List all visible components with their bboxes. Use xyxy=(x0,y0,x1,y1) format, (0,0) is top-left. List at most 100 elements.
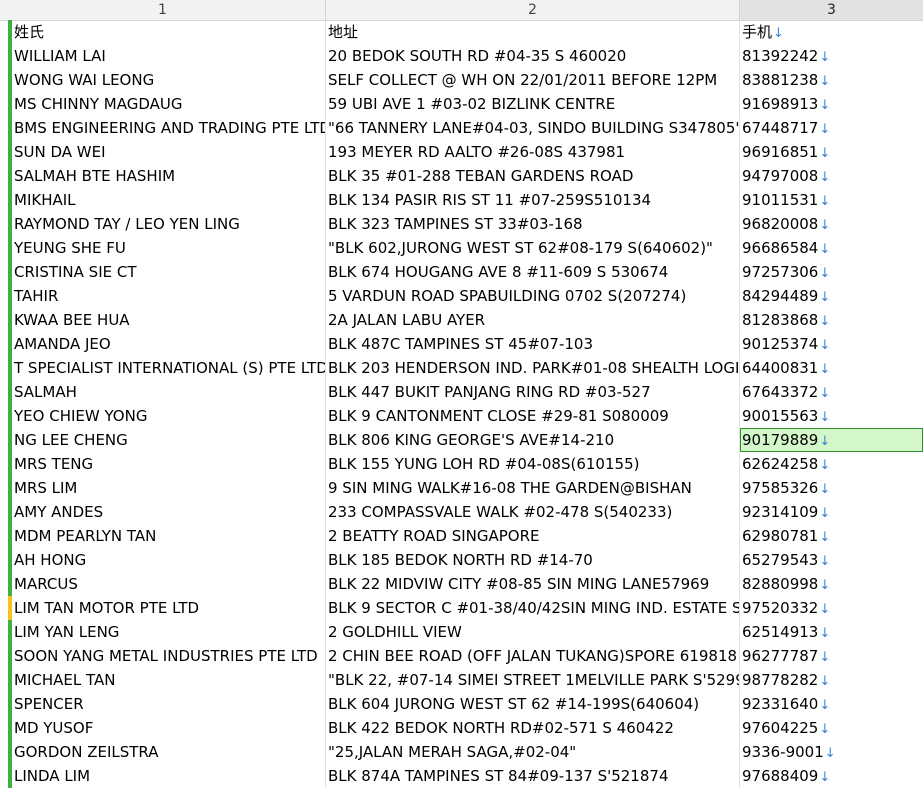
cell-phone[interactable]: 62514913↓ xyxy=(740,620,923,644)
table-row[interactable]: SOON YANG METAL INDUSTRIES PTE LTD 2 CHIN… xyxy=(0,644,923,668)
cell-address[interactable]: BLK 674 HOUGANG AVE 8 #11-609 S 530674 xyxy=(326,260,740,284)
cell-name[interactable]: AMY ANDES xyxy=(12,500,326,524)
cell-phone[interactable]: 91011531↓ xyxy=(740,188,923,212)
cell-phone[interactable]: 96277787↓ xyxy=(740,644,923,668)
table-row[interactable]: AH HONG BLK 185 BEDOK NORTH RD #14-70 6527… xyxy=(0,548,923,572)
table-row[interactable]: MARCUS BLK 22 MIDVIW CITY #08-85 SIN MING… xyxy=(0,572,923,596)
cell-name[interactable]: GORDON ZEILSTRA xyxy=(12,740,326,764)
table-row[interactable]: MS CHINNY MAGDAUG 59 UBI AVE 1 #03-02 BIZ… xyxy=(0,92,923,116)
cell-address[interactable]: BLK 323 TAMPINES ST 33#03-168 xyxy=(326,212,740,236)
cell-phone[interactable]: 62624258↓ xyxy=(740,452,923,476)
cell-address[interactable]: 2 BEATTY ROAD SINGAPORE xyxy=(326,524,740,548)
cell-phone[interactable]: 81283868↓ xyxy=(740,308,923,332)
cell-address[interactable]: BLK 185 BEDOK NORTH RD #14-70 xyxy=(326,548,740,572)
cell-name[interactable]: RAYMOND TAY / LEO YEN LING xyxy=(12,212,326,236)
cell-name[interactable]: AMANDA JEO xyxy=(12,332,326,356)
cell-address[interactable]: BLK 487C TAMPINES ST 45#07-103 xyxy=(326,332,740,356)
cell-address[interactable]: BLK 203 HENDERSON IND. PARK#01-08 SHEALT… xyxy=(326,356,740,380)
cell-address[interactable]: BLK 874A TAMPINES ST 84#09-137 S'521874 xyxy=(326,764,740,788)
cell-name[interactable]: LINDA LIM xyxy=(12,764,326,788)
column-header-2[interactable]: 2 xyxy=(326,0,740,20)
table-row[interactable]: MICHAEL TAN "BLK 22, #07-14 SIMEI STREET … xyxy=(0,668,923,692)
table-row[interactable]: SALMAH BTE HASHIM BLK 35 #01-288 TEBAN GA… xyxy=(0,164,923,188)
table-row[interactable]: MRS LIM 9 SIN MING WALK#16-08 THE GARDEN@… xyxy=(0,476,923,500)
table-row[interactable]: TAHIR 5 VARDUN ROAD SPABUILDING 0702 S(20… xyxy=(0,284,923,308)
cell-address[interactable]: "BLK 22, #07-14 SIMEI STREET 1MELVILLE P… xyxy=(326,668,740,692)
field-header-row[interactable]: 姓氏 地址 手机↓ xyxy=(0,20,923,44)
table-row[interactable]: AMY ANDES 233 COMPASSVALE WALK #02-478 S(… xyxy=(0,500,923,524)
cell-phone[interactable]: 92331640↓ xyxy=(740,692,923,716)
cell-address[interactable]: 193 MEYER RD AALTO #26-08S 437981 xyxy=(326,140,740,164)
cell-phone[interactable]: 62980781↓ xyxy=(740,524,923,548)
cell-address[interactable]: BLK 447 BUKIT PANJANG RING RD #03-527 xyxy=(326,380,740,404)
cell-name[interactable]: MRS LIM xyxy=(12,476,326,500)
table-row[interactable]: BMS ENGINEERING AND TRADING PTE LTD "66 T… xyxy=(0,116,923,140)
cell-phone[interactable]: 90125374↓ xyxy=(740,332,923,356)
cell-name[interactable]: MDM PEARLYN TAN xyxy=(12,524,326,548)
cell-address[interactable]: 9 SIN MING WALK#16-08 THE GARDEN@BISHAN xyxy=(326,476,740,500)
cell-name[interactable]: NG LEE CHENG xyxy=(12,428,326,452)
cell-address[interactable]: BLK 422 BEDOK NORTH RD#02-571 S 460422 xyxy=(326,716,740,740)
cell-name[interactable]: MS CHINNY MAGDAUG xyxy=(12,92,326,116)
cell-phone[interactable]: 97585326↓ xyxy=(740,476,923,500)
cell-phone[interactable]: 83881238↓ xyxy=(740,68,923,92)
table-row[interactable]: CRISTINA SIE CT BLK 674 HOUGANG AVE 8 #11… xyxy=(0,260,923,284)
cell-phone[interactable]: 96916851↓ xyxy=(740,140,923,164)
cell-phone[interactable]: 81392242↓ xyxy=(740,44,923,68)
header-cell-name[interactable]: 姓氏 xyxy=(12,20,326,44)
cell-name[interactable]: YEO CHIEW YONG xyxy=(12,404,326,428)
cell-phone[interactable]: 94797008↓ xyxy=(740,164,923,188)
cell-name[interactable]: T SPECIALIST INTERNATIONAL (S) PTE LTD xyxy=(12,356,326,380)
table-row[interactable]: YEO CHIEW YONG BLK 9 CANTONMENT CLOSE #29… xyxy=(0,404,923,428)
cell-phone[interactable]: 92314109↓ xyxy=(740,500,923,524)
cell-address[interactable]: 59 UBI AVE 1 #03-02 BIZLINK CENTRE xyxy=(326,92,740,116)
cell-address[interactable]: 233 COMPASSVALE WALK #02-478 S(540233) xyxy=(326,500,740,524)
cell-name[interactable]: SOON YANG METAL INDUSTRIES PTE LTD xyxy=(12,644,326,668)
cell-phone[interactable]: 90015563↓ xyxy=(740,404,923,428)
cell-name[interactable]: LIM TAN MOTOR PTE LTD xyxy=(12,596,326,620)
table-row[interactable]: RAYMOND TAY / LEO YEN LING BLK 323 TAMPIN… xyxy=(0,212,923,236)
cell-address[interactable]: 5 VARDUN ROAD SPABUILDING 0702 S(207274) xyxy=(326,284,740,308)
cell-name[interactable]: MICHAEL TAN xyxy=(12,668,326,692)
cell-phone[interactable]: 97520332↓ xyxy=(740,596,923,620)
table-row[interactable]: T SPECIALIST INTERNATIONAL (S) PTE LTD BL… xyxy=(0,356,923,380)
cell-name[interactable]: AH HONG xyxy=(12,548,326,572)
cell-name[interactable]: SALMAH xyxy=(12,380,326,404)
table-row[interactable]: MD YUSOF BLK 422 BEDOK NORTH RD#02-571 S … xyxy=(0,716,923,740)
column-header-1[interactable]: 1 xyxy=(0,0,326,20)
cell-address[interactable]: "BLK 602,JURONG WEST ST 62#08-179 S(6406… xyxy=(326,236,740,260)
cell-address[interactable]: BLK 22 MIDVIW CITY #08-85 SIN MING LANE5… xyxy=(326,572,740,596)
cell-name[interactable]: SUN DA WEI xyxy=(12,140,326,164)
table-row[interactable]: MIKHAIL BLK 134 PASIR RIS ST 11 #07-259S5… xyxy=(0,188,923,212)
table-row[interactable]: LINDA LIM BLK 874A TAMPINES ST 84#09-137 … xyxy=(0,764,923,788)
cell-address[interactable]: SELF COLLECT @ WH ON 22/01/2011 BEFORE 1… xyxy=(326,68,740,92)
header-cell-phone[interactable]: 手机↓ xyxy=(740,20,923,44)
table-row[interactable]: WILLIAM LAI 20 BEDOK SOUTH RD #04-35 S 46… xyxy=(0,44,923,68)
cell-phone[interactable]: 96820008↓ xyxy=(740,212,923,236)
cell-phone[interactable]: 97688409↓ xyxy=(740,764,923,788)
cell-phone[interactable]: 9336-9001↓ xyxy=(740,740,923,764)
cell-phone[interactable]: 91698913↓ xyxy=(740,92,923,116)
cell-address[interactable]: BLK 806 KING GEORGE'S AVE#14-210 xyxy=(326,428,740,452)
cell-address[interactable]: 20 BEDOK SOUTH RD #04-35 S 460020 xyxy=(326,44,740,68)
cell-phone[interactable]: 96686584↓ xyxy=(740,236,923,260)
cell-address[interactable]: BLK 604 JURONG WEST ST 62 #14-199S(64060… xyxy=(326,692,740,716)
cell-name[interactable]: LIM YAN LENG xyxy=(12,620,326,644)
cell-address[interactable]: 2 CHIN BEE ROAD (OFF JALAN TUKANG)SPORE … xyxy=(326,644,740,668)
cell-phone[interactable]: 90179889↓ xyxy=(740,428,923,452)
table-row[interactable]: SALMAH BLK 447 BUKIT PANJANG RING RD #03-… xyxy=(0,380,923,404)
cell-address[interactable]: 2A JALAN LABU AYER xyxy=(326,308,740,332)
cell-address[interactable]: BLK 134 PASIR RIS ST 11 #07-259S510134 xyxy=(326,188,740,212)
table-row[interactable]: MRS TENG BLK 155 YUNG LOH RD #04-08S(6101… xyxy=(0,452,923,476)
header-cell-address[interactable]: 地址 xyxy=(326,20,740,44)
cell-name[interactable]: KWAA BEE HUA xyxy=(12,308,326,332)
cell-name[interactable]: SPENCER xyxy=(12,692,326,716)
table-row[interactable]: MDM PEARLYN TAN 2 BEATTY ROAD SINGAPORE 62… xyxy=(0,524,923,548)
cell-phone[interactable]: 65279543↓ xyxy=(740,548,923,572)
cell-address[interactable]: "25,JALAN MERAH SAGA,#02-04" xyxy=(326,740,740,764)
cell-name[interactable]: WONG WAI LEONG xyxy=(12,68,326,92)
cell-phone[interactable]: 84294489↓ xyxy=(740,284,923,308)
cell-phone[interactable]: 97604225↓ xyxy=(740,716,923,740)
table-row[interactable]: NG LEE CHENG BLK 806 KING GEORGE'S AVE#14… xyxy=(0,428,923,452)
cell-address[interactable]: BLK 9 CANTONMENT CLOSE #29-81 S080009 xyxy=(326,404,740,428)
